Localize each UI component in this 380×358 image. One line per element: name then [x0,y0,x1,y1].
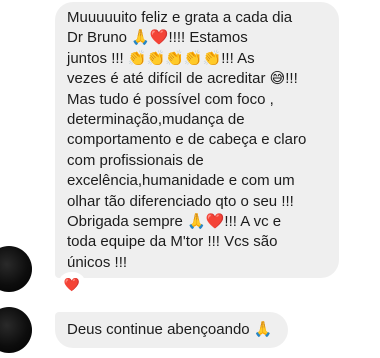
sender-avatar[interactable] [0,307,32,353]
message-bubble[interactable]: Muuuuuito feliz e grata a cada dia Dr Br… [55,2,339,278]
message-bubble[interactable]: Deus continue abençoando 🙏 [55,312,288,348]
heart-icon: ❤️ [63,277,81,293]
sender-avatar[interactable] [0,246,32,292]
chat-thread: Muuuuuito feliz e grata a cada dia Dr Br… [0,0,380,358]
message-reaction[interactable]: ❤️ [60,274,84,296]
